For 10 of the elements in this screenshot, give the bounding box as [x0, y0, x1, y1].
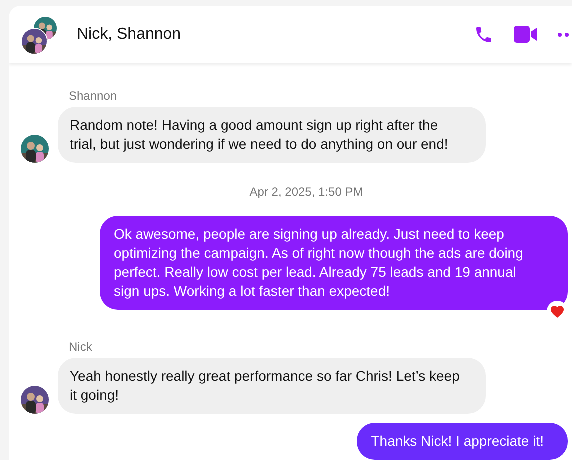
phone-icon[interactable] — [474, 24, 494, 44]
more-icon[interactable] — [558, 32, 572, 36]
sender-name: Nick — [69, 340, 92, 354]
timestamp: Apr 2, 2025, 1:50 PM — [250, 185, 364, 199]
incoming-message: Yeah honestly really great performance so far Chris! Let’s keep it going! — [58, 358, 486, 414]
video-camera-icon[interactable] — [514, 26, 538, 43]
conversation-title: Nick, Shannon — [77, 26, 182, 44]
outgoing-message: Thanks Nick! I appreciate it! — [357, 423, 568, 460]
incoming-message: Random note! Having a good amount sign up right after the trial, but just wondering if we need to do anything on our end! — [58, 107, 486, 163]
sender-name: Shannon — [69, 89, 118, 103]
